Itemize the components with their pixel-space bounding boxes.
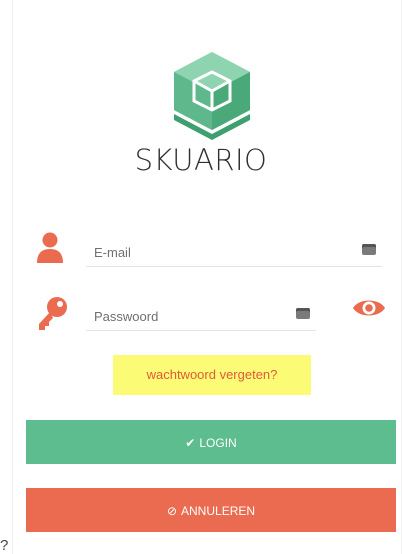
email-input[interactable] xyxy=(92,240,326,264)
password-field[interactable] xyxy=(86,300,326,331)
password-input[interactable] xyxy=(92,304,326,328)
login-button-label: LOGIN xyxy=(199,436,237,450)
stray-text: ? xyxy=(0,537,9,554)
id-card-icon xyxy=(362,244,376,255)
key-icon xyxy=(39,297,67,330)
cube-logo-icon xyxy=(174,52,250,140)
eye-icon[interactable] xyxy=(352,296,386,320)
ban-icon: ⊘ xyxy=(166,504,178,518)
id-card-icon xyxy=(296,308,310,319)
email-field[interactable] xyxy=(86,236,382,267)
login-page: SKUARIO wachtwoord vergeten? ✔LOGIN ⊘ANN… xyxy=(0,0,402,554)
user-icon xyxy=(37,232,63,263)
login-button[interactable]: ✔ LOGIN xyxy=(26,420,396,464)
forgot-password-link[interactable]: wachtwoord vergeten? xyxy=(113,355,311,395)
check-icon: ✔ xyxy=(185,436,196,450)
cancel-button-label: ANNULEREN xyxy=(181,504,256,518)
brand-name: SKUARIO xyxy=(134,143,268,177)
cancel-button[interactable]: ⊘ ANNULEREN xyxy=(26,488,396,532)
